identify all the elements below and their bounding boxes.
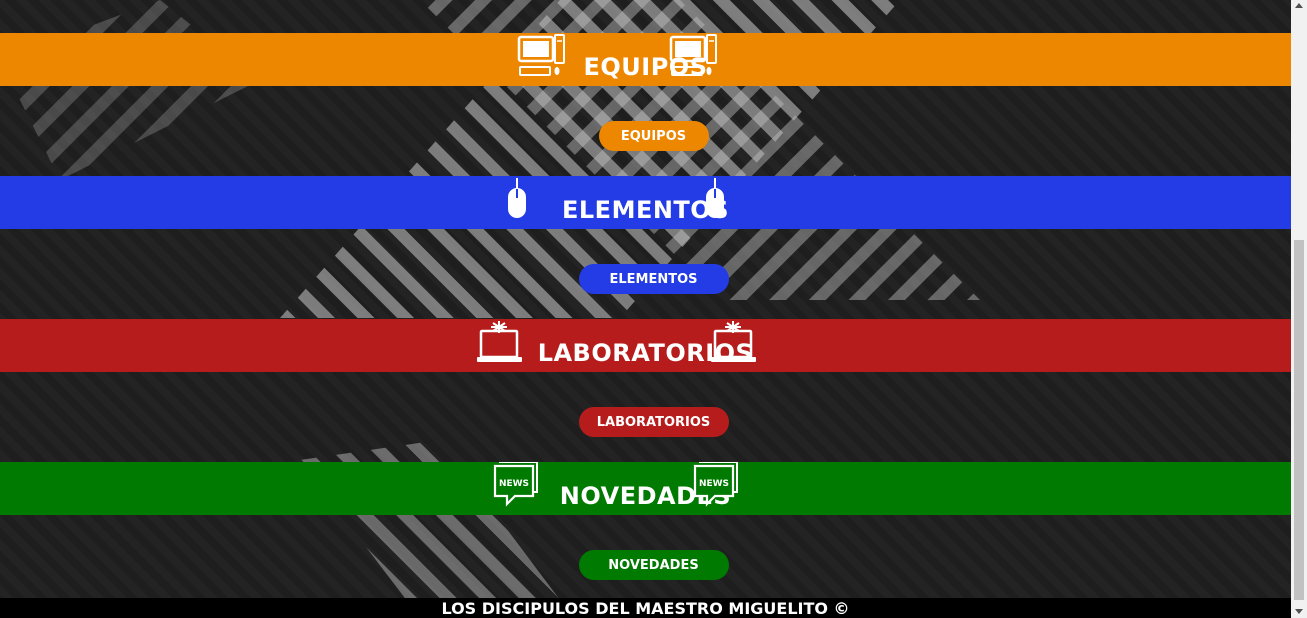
news-icon-text: NEWS bbox=[499, 479, 529, 489]
novedades-button[interactable]: NOVEDADES bbox=[578, 550, 729, 580]
scroll-up-arrow-icon[interactable] bbox=[1295, 3, 1303, 8]
equipos-button[interactable]: EQUIPOS bbox=[598, 121, 709, 151]
section-banner-equipos: EQUIPOS bbox=[0, 33, 1291, 86]
section-banner-elementos: ELEMENTOS bbox=[0, 176, 1291, 229]
vertical-scrollbar[interactable] bbox=[1291, 0, 1307, 618]
laboratorios-button[interactable]: LABORATORIOS bbox=[578, 407, 729, 437]
section-banner-novedades: NEWS NOVEDADES NEWS bbox=[0, 462, 1291, 515]
mouse-icon bbox=[508, 177, 526, 218]
broken-laptop-icon bbox=[711, 321, 756, 362]
desktop-computer-icon bbox=[669, 34, 717, 76]
footer: LOS DISCIPULOS DEL MAESTRO MIGUELITO © bbox=[0, 598, 1291, 618]
section-banner-laboratorios: LABORATORIOS bbox=[0, 319, 1291, 372]
mouse-icon bbox=[706, 177, 724, 218]
elementos-button[interactable]: ELEMENTOS bbox=[578, 264, 729, 294]
diagonal-stripes-graphic bbox=[0, 0, 980, 618]
news-icon: NEWS bbox=[493, 462, 538, 507]
desktop-computer-icon bbox=[517, 34, 565, 76]
broken-laptop-icon bbox=[477, 321, 522, 362]
page-background bbox=[0, 0, 1291, 618]
scroll-down-arrow-icon[interactable] bbox=[1295, 609, 1303, 614]
news-icon: NEWS bbox=[693, 462, 738, 507]
footer-text: LOS DISCIPULOS DEL MAESTRO MIGUELITO © bbox=[441, 598, 850, 618]
scrollbar-thumb[interactable] bbox=[1294, 240, 1304, 600]
news-icon-text: NEWS bbox=[699, 479, 729, 489]
